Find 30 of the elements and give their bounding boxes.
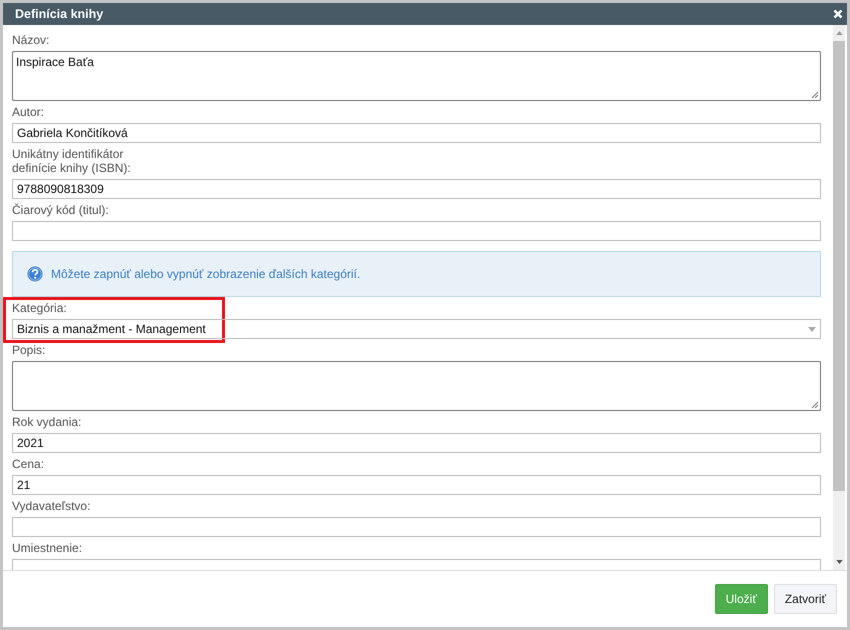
scrollbar[interactable] <box>833 25 845 570</box>
scroll-up-icon[interactable] <box>836 31 842 35</box>
input-field[interactable]: 21 <box>12 475 821 495</box>
category-select[interactable]: Biznis a manažment - Management <box>12 319 821 339</box>
input-field[interactable]: 2021 <box>12 433 821 453</box>
help-icon <box>27 266 43 282</box>
text-area[interactable] <box>12 361 821 411</box>
field-label: Cena: <box>12 457 46 471</box>
close-icon[interactable] <box>833 9 843 19</box>
scroll-down-icon[interactable] <box>836 560 842 564</box>
info-text: Môžete zapnúť alebo vypnúť zobrazenie ďalších kategórií. <box>51 267 360 281</box>
field-label: Umiestnenie: <box>12 541 84 555</box>
dialog-title: Definícia knihy <box>15 7 104 21</box>
caret-icon <box>808 327 816 332</box>
field-label: Autor: <box>12 105 46 119</box>
field-label: Rok vydania: <box>12 415 82 429</box>
field-label: Čiarový kód (titul): <box>12 203 110 217</box>
resize-handle-icon[interactable] <box>811 401 819 409</box>
input-field[interactable]: Gabriela Končitíková <box>12 123 821 143</box>
field-label: Kategória: <box>12 301 68 315</box>
close-button[interactable]: Zatvoriť <box>774 584 837 614</box>
field-label: Vydavateľstvo: <box>12 499 92 513</box>
field-label: Unikátny identifikátor definície knihy (ISBN): <box>12 147 132 175</box>
input-field[interactable] <box>12 517 821 537</box>
field-label: Popis: <box>12 343 46 357</box>
input-field[interactable] <box>12 221 821 241</box>
input-field[interactable]: 9788090818309 <box>12 179 821 199</box>
resize-handle-icon[interactable] <box>811 91 819 99</box>
field-label: Názov: <box>12 33 50 47</box>
text-area[interactable]: Inspirace Baťa <box>12 51 821 101</box>
